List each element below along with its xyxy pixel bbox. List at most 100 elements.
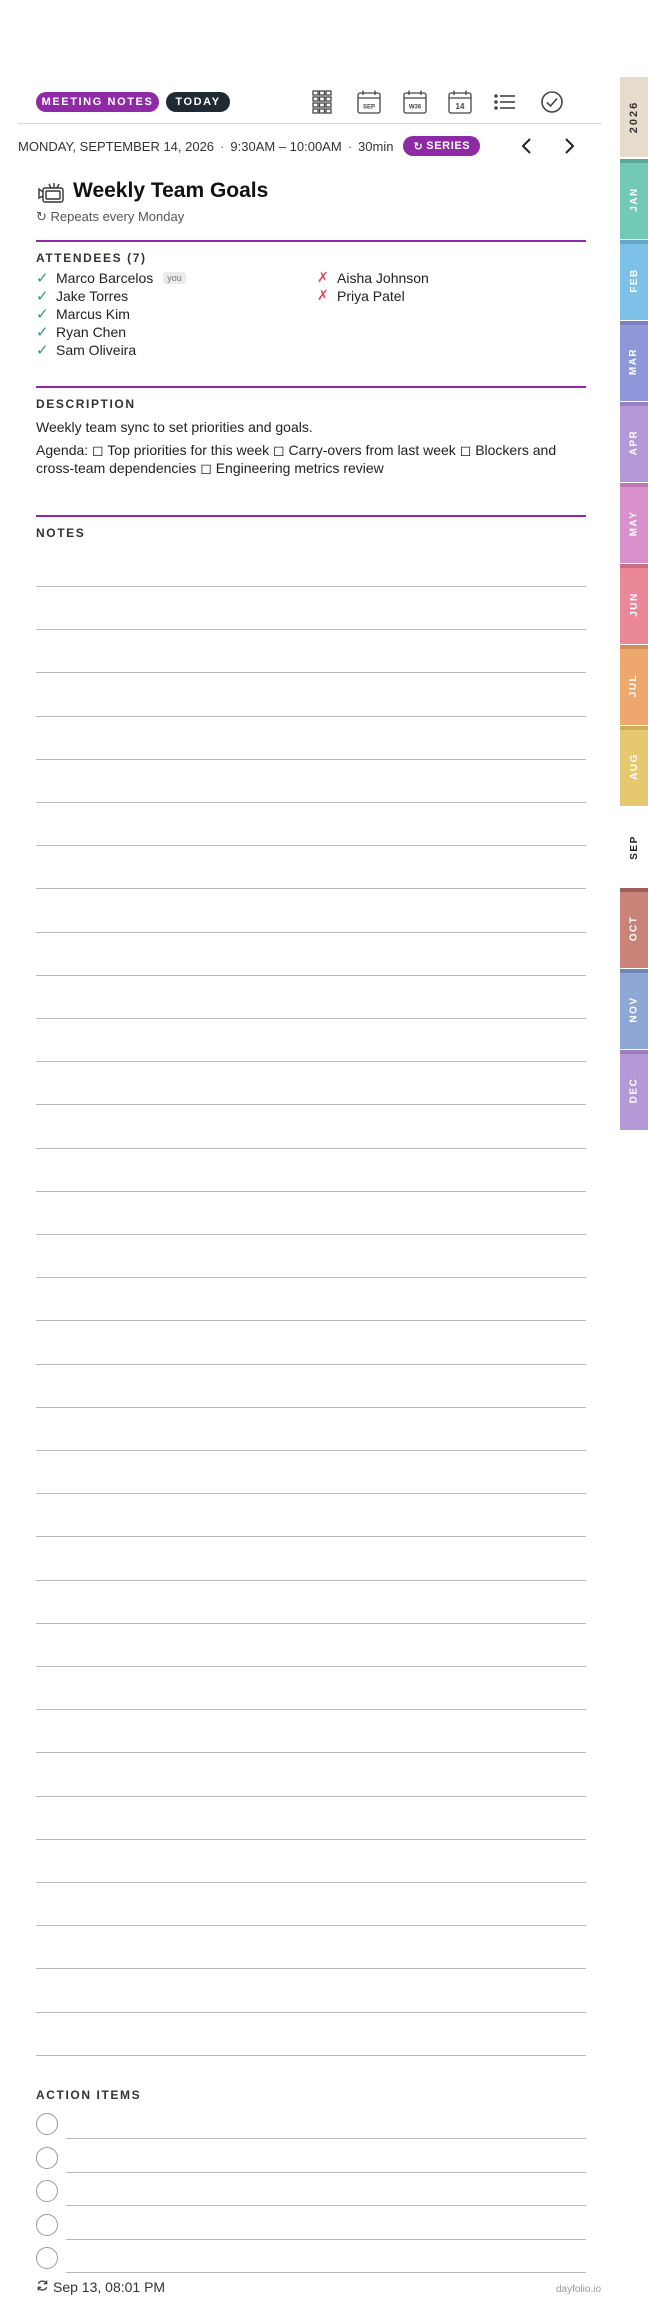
notes-line[interactable] bbox=[36, 1493, 586, 1495]
tab-label: MAY bbox=[628, 510, 640, 536]
tab-cap bbox=[620, 969, 648, 973]
tasks-check-icon[interactable] bbox=[538, 88, 566, 116]
notes-line[interactable] bbox=[36, 1320, 586, 1322]
month-view-icon[interactable]: SEP bbox=[355, 88, 383, 116]
action-items-label: ACTION ITEMS bbox=[36, 2088, 142, 2102]
notes-line[interactable] bbox=[36, 758, 586, 760]
notes-line[interactable] bbox=[36, 802, 586, 803]
description-divider bbox=[36, 386, 586, 388]
notes-divider bbox=[36, 515, 586, 517]
next-arrow-icon[interactable] bbox=[556, 132, 582, 160]
day-view-icon[interactable]: 14 bbox=[446, 88, 474, 116]
declined-x-icon: ✗ bbox=[317, 269, 329, 285]
notes-line[interactable] bbox=[36, 888, 586, 890]
notes-line[interactable] bbox=[36, 2011, 586, 2013]
notes-line[interactable] bbox=[36, 1709, 586, 1711]
notes-line[interactable] bbox=[36, 1277, 586, 1279]
month-view-text: SEP bbox=[363, 105, 375, 111]
tab-may[interactable]: MAY bbox=[620, 483, 648, 563]
notes-line[interactable] bbox=[36, 1795, 586, 1797]
notes-line[interactable] bbox=[36, 1104, 586, 1106]
action-item-line[interactable] bbox=[66, 2272, 586, 2273]
notes-line[interactable] bbox=[36, 1363, 586, 1365]
notes-line[interactable] bbox=[36, 1838, 586, 1840]
notes-line[interactable] bbox=[36, 715, 586, 717]
action-item-line[interactable] bbox=[66, 2205, 586, 2206]
notes-line[interactable] bbox=[36, 1450, 586, 1451]
tab-aug[interactable]: AUG bbox=[620, 726, 648, 806]
meeting-icon bbox=[36, 180, 66, 208]
notes-line[interactable] bbox=[36, 1190, 586, 1192]
action-item-checkbox[interactable] bbox=[36, 2113, 58, 2135]
tab-cap bbox=[620, 564, 648, 568]
last-edited: Sep 13, 08:01 PM bbox=[36, 2279, 165, 2295]
notes-line[interactable] bbox=[36, 1406, 586, 1408]
notes-line[interactable] bbox=[36, 1018, 586, 1019]
today-button[interactable]: TODAY bbox=[166, 92, 230, 112]
action-item-checkbox[interactable] bbox=[36, 2247, 58, 2269]
description-agenda: Agenda: ◻ Top priorities for this week ◻… bbox=[36, 442, 557, 476]
tab-jan[interactable]: JAN bbox=[620, 159, 648, 239]
notes-line[interactable] bbox=[36, 931, 586, 933]
meeting-notes-badge[interactable]: MEETING NOTES bbox=[36, 92, 159, 112]
tab-label: MAR bbox=[628, 347, 640, 375]
notes-line[interactable] bbox=[36, 1061, 586, 1063]
tab-cap bbox=[620, 321, 648, 325]
list-view-icon[interactable] bbox=[491, 88, 519, 116]
tab-apr[interactable]: APR bbox=[620, 402, 648, 482]
repeat-text: Repeats every Monday bbox=[50, 209, 185, 224]
tab-cap bbox=[620, 402, 648, 406]
notes-line[interactable] bbox=[36, 1622, 586, 1624]
tab-nov[interactable]: NOV bbox=[620, 969, 648, 1049]
notes-line[interactable] bbox=[36, 845, 586, 847]
notes-line[interactable] bbox=[36, 974, 586, 976]
previous-arrow-icon[interactable] bbox=[514, 132, 540, 160]
notes-line[interactable] bbox=[36, 1536, 586, 1538]
repeat-icon: ↻ bbox=[413, 140, 424, 153]
tab-sep[interactable]: SEP bbox=[620, 807, 648, 887]
action-item-line[interactable] bbox=[66, 2238, 586, 2240]
notes-line[interactable] bbox=[36, 2054, 586, 2056]
tab-dec[interactable]: DEC bbox=[620, 1050, 648, 1130]
tab-jul[interactable]: JUL bbox=[620, 645, 648, 725]
tab-year-label: 2026 bbox=[628, 100, 641, 134]
tab-mar[interactable]: MAR bbox=[620, 321, 648, 401]
tab-jun[interactable]: JUN bbox=[620, 564, 648, 644]
notes-line[interactable] bbox=[36, 1234, 586, 1235]
action-item-checkbox[interactable] bbox=[36, 2146, 58, 2169]
action-item-line[interactable] bbox=[66, 2138, 586, 2139]
attendee-name: Priya Patel bbox=[337, 287, 405, 304]
attendee-accepted: ✓ Ryan Chen bbox=[36, 323, 126, 341]
check-icon: ✓ bbox=[36, 306, 49, 323]
action-item-checkbox[interactable] bbox=[36, 2213, 58, 2236]
week-view-icon[interactable]: W36 bbox=[401, 88, 429, 116]
notes-line[interactable] bbox=[36, 1752, 586, 1754]
attendee-accepted: ✓ Marcus Kim bbox=[36, 305, 130, 323]
tab-feb[interactable]: FEB bbox=[620, 240, 648, 320]
notes-line[interactable] bbox=[36, 629, 586, 631]
notes-line[interactable] bbox=[36, 1925, 586, 1927]
declined-x-icon: ✗ bbox=[317, 287, 329, 303]
notes-line[interactable] bbox=[36, 1579, 586, 1581]
event-title: Weekly Team Goals bbox=[73, 179, 269, 202]
action-item-checkbox[interactable] bbox=[36, 2180, 58, 2202]
check-icon: ✓ bbox=[36, 288, 49, 305]
notes-line[interactable] bbox=[36, 672, 586, 674]
notes-line[interactable] bbox=[36, 586, 586, 587]
grid-view-icon[interactable] bbox=[310, 88, 338, 116]
tab-year[interactable]: 2026 bbox=[620, 77, 648, 157]
day-view-text: 14 bbox=[456, 102, 465, 111]
series-badge[interactable]: ↻ SERIES bbox=[403, 136, 481, 156]
attendee-accepted: ✓ Jake Torres bbox=[36, 287, 128, 305]
tab-label: DEC bbox=[628, 1077, 640, 1103]
tab-oct[interactable]: OCT bbox=[620, 888, 648, 968]
tab-cap bbox=[620, 807, 648, 811]
you-tag: you bbox=[163, 272, 186, 284]
action-item-line[interactable] bbox=[66, 2171, 586, 2173]
notes-line[interactable] bbox=[36, 1147, 586, 1149]
notes-line[interactable] bbox=[36, 1968, 586, 1970]
attendee-name: Aisha Johnson bbox=[337, 269, 429, 286]
notes-line[interactable] bbox=[36, 1666, 586, 1667]
notes-line[interactable] bbox=[36, 1882, 586, 1883]
separator-dot: · bbox=[220, 138, 225, 154]
